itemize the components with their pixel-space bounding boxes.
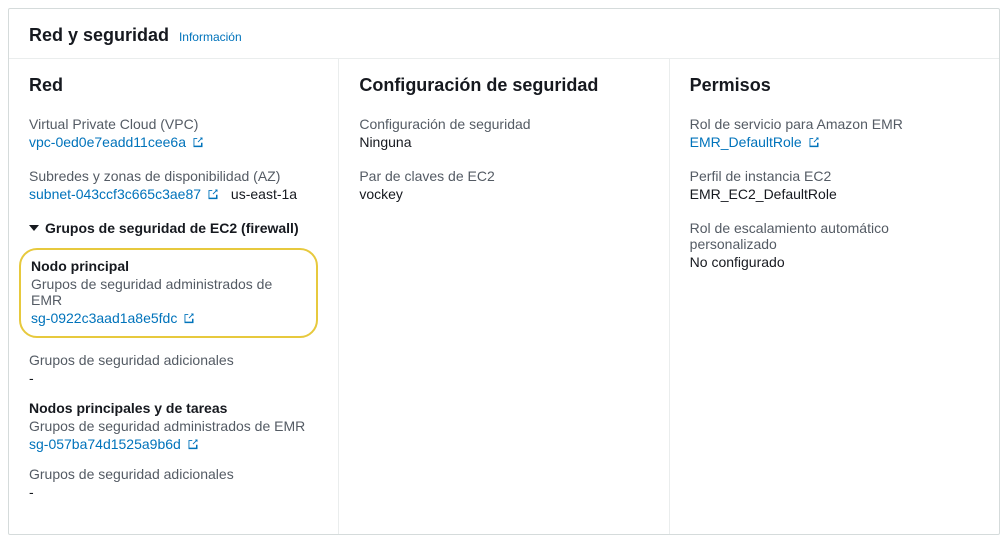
security-config-field: Configuración de seguridad Ninguna [359, 116, 648, 150]
ec2-sg-toggle[interactable]: Grupos de seguridad de EC2 (firewall) [29, 220, 318, 236]
primary-node-managed-label: Grupos de seguridad administrados de EMR [31, 276, 302, 308]
vpc-label: Virtual Private Cloud (VPC) [29, 116, 318, 132]
subnet-link-text: subnet-043ccf3c665c3ae87 [29, 186, 201, 202]
columns: Red Virtual Private Cloud (VPC) vpc-0ed0… [9, 59, 999, 534]
chevron-down-icon [29, 225, 39, 231]
additional-sg-2-label: Grupos de seguridad adicionales [29, 466, 318, 482]
info-link[interactable]: Información [179, 30, 242, 44]
primary-node-highlight: Nodo principal Grupos de seguridad admin… [19, 248, 318, 338]
permissions-heading: Permisos [690, 75, 979, 96]
network-security-panel: Red y seguridad Información Red Virtual … [8, 8, 1000, 535]
external-link-icon [207, 188, 219, 200]
service-role-label: Rol de servicio para Amazon EMR [690, 116, 979, 132]
vpc-link[interactable]: vpc-0ed0e7eadd11cee6a [29, 134, 204, 150]
subnet-field: Subredes y zonas de disponibilidad (AZ) … [29, 168, 318, 202]
task-nodes-title: Nodos principales y de tareas [29, 400, 318, 416]
task-nodes-sg-link[interactable]: sg-057ba74d1525a9b6d [29, 436, 199, 452]
column-network: Red Virtual Private Cloud (VPC) vpc-0ed0… [9, 59, 338, 534]
subnet-link[interactable]: subnet-043ccf3c665c3ae87 [29, 186, 219, 202]
service-role-link[interactable]: EMR_DefaultRole [690, 134, 820, 150]
column-security: Configuración de seguridad Configuración… [338, 59, 668, 534]
vpc-link-text: vpc-0ed0e7eadd11cee6a [29, 134, 186, 150]
instance-profile-label: Perfil de instancia EC2 [690, 168, 979, 184]
vpc-field: Virtual Private Cloud (VPC) vpc-0ed0e7ea… [29, 116, 318, 150]
panel-header: Red y seguridad Información [9, 9, 999, 59]
external-link-icon [187, 438, 199, 450]
security-heading: Configuración de seguridad [359, 75, 648, 96]
primary-node-sg-text: sg-0922c3aad1a8e5fdc [31, 310, 177, 326]
ec2-sg-toggle-label: Grupos de seguridad de EC2 (firewall) [45, 220, 299, 236]
instance-profile-value: EMR_EC2_DefaultRole [690, 186, 979, 202]
primary-node-title: Nodo principal [31, 258, 302, 274]
autoscale-role-field: Rol de escalamiento automático personali… [690, 220, 979, 270]
keypair-field: Par de claves de EC2 vockey [359, 168, 648, 202]
security-config-value: Ninguna [359, 134, 648, 150]
panel-title: Red y seguridad [29, 25, 169, 45]
subnet-label: Subredes y zonas de disponibilidad (AZ) [29, 168, 318, 184]
column-permissions: Permisos Rol de servicio para Amazon EMR… [669, 59, 999, 534]
autoscale-role-value: No configurado [690, 254, 979, 270]
additional-sg-2-value: - [29, 484, 318, 500]
additional-sg-1-label: Grupos de seguridad adicionales [29, 352, 318, 368]
service-role-field: Rol de servicio para Amazon EMR EMR_Defa… [690, 116, 979, 150]
task-nodes-managed-label: Grupos de seguridad administrados de EMR [29, 418, 318, 434]
autoscale-role-label: Rol de escalamiento automático personali… [690, 220, 979, 252]
keypair-label: Par de claves de EC2 [359, 168, 648, 184]
external-link-icon [183, 312, 195, 324]
availability-zone: us-east-1a [231, 186, 297, 202]
primary-node-sg-link[interactable]: sg-0922c3aad1a8e5fdc [31, 310, 195, 326]
external-link-icon [808, 136, 820, 148]
task-nodes-sg-text: sg-057ba74d1525a9b6d [29, 436, 181, 452]
keypair-value: vockey [359, 186, 648, 202]
external-link-icon [192, 136, 204, 148]
additional-sg-1-value: - [29, 370, 318, 386]
additional-sg-2: Grupos de seguridad adicionales - [29, 466, 318, 500]
task-nodes-block: Nodos principales y de tareas Grupos de … [29, 400, 318, 452]
network-heading: Red [29, 75, 318, 96]
additional-sg-1: Grupos de seguridad adicionales - [29, 352, 318, 386]
instance-profile-field: Perfil de instancia EC2 EMR_EC2_DefaultR… [690, 168, 979, 202]
service-role-link-text: EMR_DefaultRole [690, 134, 802, 150]
security-config-label: Configuración de seguridad [359, 116, 648, 132]
